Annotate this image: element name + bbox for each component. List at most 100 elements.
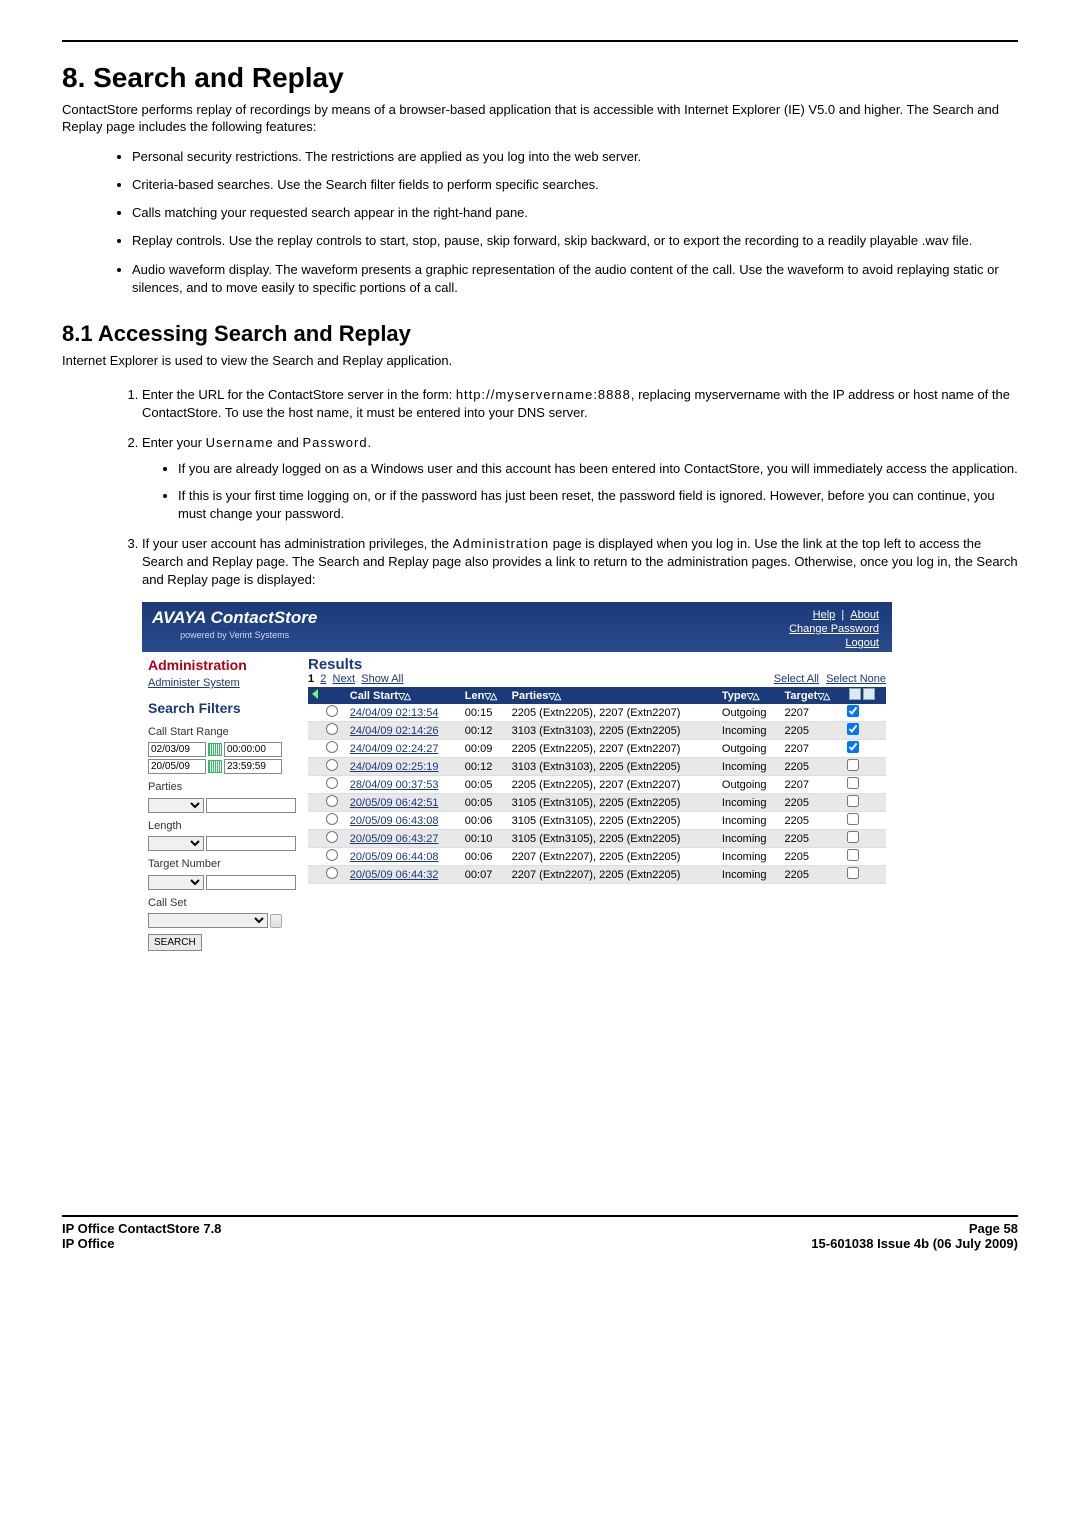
- row-radio[interactable]: [326, 723, 338, 735]
- step-item: If your user account has administration …: [142, 535, 1018, 590]
- parties-op-select[interactable]: [148, 798, 204, 813]
- row-radio[interactable]: [326, 849, 338, 861]
- row-len: 00:12: [461, 758, 508, 776]
- end-date-input[interactable]: [148, 759, 206, 774]
- row-target: 2207: [781, 740, 844, 758]
- start-time-input[interactable]: [224, 742, 282, 757]
- start-date-input[interactable]: [148, 742, 206, 757]
- table-row: 24/04/09 02:25:1900:123103 (Extn3103), 2…: [308, 758, 886, 776]
- bottom-rule: [62, 1215, 1018, 1217]
- row-parties: 2205 (Extn2205), 2207 (Extn2207): [508, 704, 718, 722]
- next-link[interactable]: Next: [333, 673, 356, 685]
- call-start-link[interactable]: 24/04/09 02:13:54: [350, 707, 439, 719]
- help-link[interactable]: Help: [813, 609, 836, 621]
- administration-heading: Administration: [148, 656, 296, 676]
- trash-icon[interactable]: [270, 914, 282, 928]
- row-radio[interactable]: [326, 777, 338, 789]
- row-type: Incoming: [718, 722, 781, 740]
- search-button[interactable]: SEARCH: [148, 934, 202, 951]
- step-item: Enter your Username and Password. If you…: [142, 434, 1018, 523]
- change-password-link[interactable]: Change Password: [789, 623, 879, 635]
- row-len: 00:05: [461, 794, 508, 812]
- row-checkbox[interactable]: [847, 867, 859, 879]
- subsection-intro: Internet Explorer is used to view the Se…: [62, 353, 1018, 368]
- results-pane: Results 1 2 Next Show All Select All Sel…: [302, 652, 892, 955]
- radio-col-header: [322, 687, 346, 704]
- target-input[interactable]: [206, 875, 296, 890]
- type-col-header[interactable]: Type▽△: [718, 687, 781, 704]
- call-start-col-header[interactable]: Call Start▽△: [346, 687, 461, 704]
- feature-item: Personal security restrictions. The rest…: [132, 148, 1018, 166]
- call-start-link[interactable]: 24/04/09 02:25:19: [350, 761, 439, 773]
- page-2-link[interactable]: 2: [320, 673, 326, 685]
- select-all-link[interactable]: Select All: [774, 673, 819, 685]
- row-type: Incoming: [718, 830, 781, 848]
- table-row: 20/05/09 06:42:5100:053105 (Extn3105), 2…: [308, 794, 886, 812]
- row-type: Incoming: [718, 848, 781, 866]
- select-none-link[interactable]: Select None: [826, 673, 886, 685]
- call-start-link[interactable]: 20/05/09 06:44:32: [350, 869, 439, 881]
- row-target: 2205: [781, 722, 844, 740]
- row-radio[interactable]: [326, 831, 338, 843]
- length-input[interactable]: [206, 836, 296, 851]
- row-checkbox[interactable]: [847, 849, 859, 861]
- row-checkbox[interactable]: [847, 831, 859, 843]
- target-label: Target Number: [148, 857, 296, 872]
- length-label: Length: [148, 819, 296, 834]
- parties-col-header[interactable]: Parties▽△: [508, 687, 718, 704]
- row-parties: 3105 (Extn3105), 2205 (Extn2205): [508, 812, 718, 830]
- length-op-select[interactable]: [148, 836, 204, 851]
- calendar-icon[interactable]: [208, 760, 222, 773]
- row-radio[interactable]: [326, 813, 338, 825]
- row-checkbox[interactable]: [847, 741, 859, 753]
- search-filters-heading: Search Filters: [148, 699, 296, 719]
- call-start-link[interactable]: 24/04/09 02:14:26: [350, 725, 439, 737]
- row-target: 2205: [781, 830, 844, 848]
- row-len: 00:06: [461, 812, 508, 830]
- target-col-header[interactable]: Target▽△: [781, 687, 844, 704]
- len-col-header[interactable]: Len▽△: [461, 687, 508, 704]
- call-start-link[interactable]: 28/04/09 00:37:53: [350, 779, 439, 791]
- logout-link[interactable]: Logout: [845, 637, 879, 649]
- row-parties: 2207 (Extn2207), 2205 (Extn2205): [508, 848, 718, 866]
- row-checkbox[interactable]: [847, 705, 859, 717]
- row-radio[interactable]: [326, 705, 338, 717]
- row-checkbox[interactable]: [847, 759, 859, 771]
- row-type: Outgoing: [718, 776, 781, 794]
- row-checkbox[interactable]: [847, 813, 859, 825]
- row-target: 2207: [781, 776, 844, 794]
- about-link[interactable]: About: [850, 609, 879, 621]
- target-op-select[interactable]: [148, 875, 204, 890]
- feature-item: Criteria-based searches. Use the Search …: [132, 176, 1018, 194]
- table-row: 24/04/09 02:13:5400:152205 (Extn2205), 2…: [308, 704, 886, 722]
- end-time-input[interactable]: [224, 759, 282, 774]
- results-heading: Results: [308, 656, 886, 673]
- administer-system-link[interactable]: Administer System: [148, 676, 296, 691]
- call-start-link[interactable]: 20/05/09 06:44:08: [350, 851, 439, 863]
- app-screenshot: AVAYA ContactStore powered by Verint Sys…: [142, 602, 892, 955]
- row-checkbox[interactable]: [847, 795, 859, 807]
- parties-input[interactable]: [206, 798, 296, 813]
- call-start-link[interactable]: 20/05/09 06:43:08: [350, 815, 439, 827]
- row-radio[interactable]: [326, 741, 338, 753]
- export-icon[interactable]: [849, 688, 861, 700]
- table-row: 20/05/09 06:43:08 00:063105 (Extn3105), 2…: [308, 812, 886, 830]
- call-start-link[interactable]: 24/04/09 02:24:27: [350, 743, 439, 755]
- export-icon[interactable]: [863, 688, 875, 700]
- row-target: 2205: [781, 848, 844, 866]
- row-radio[interactable]: [326, 867, 338, 879]
- row-checkbox[interactable]: [847, 777, 859, 789]
- calendar-icon[interactable]: [208, 743, 222, 756]
- call-start-link[interactable]: 20/05/09 06:43:27: [350, 833, 439, 845]
- show-all-link[interactable]: Show All: [361, 673, 403, 685]
- call-start-link[interactable]: 20/05/09 06:42:51: [350, 797, 439, 809]
- callset-select[interactable]: [148, 913, 268, 928]
- row-checkbox[interactable]: [847, 723, 859, 735]
- row-radio[interactable]: [326, 759, 338, 771]
- banner-links: Help | About Change Password Logout: [786, 608, 882, 651]
- top-rule: [62, 40, 1018, 42]
- row-radio[interactable]: [326, 795, 338, 807]
- feature-list: Personal security restrictions. The rest…: [132, 148, 1018, 297]
- results-table: Call Start▽△ Len▽△ Parties▽△ Type▽△ Targ…: [308, 687, 886, 884]
- intro-text: ContactStore performs replay of recordin…: [62, 102, 1018, 136]
